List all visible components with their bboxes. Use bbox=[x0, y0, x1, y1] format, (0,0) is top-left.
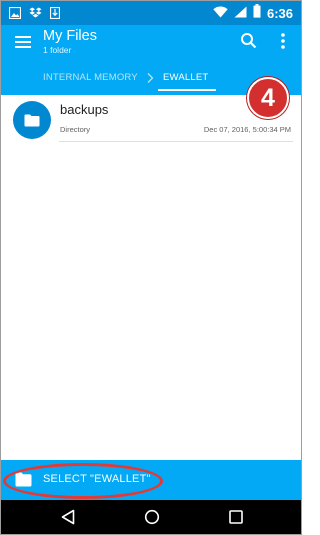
image-icon bbox=[8, 6, 22, 24]
breadcrumb-internal-memory[interactable]: INTERNAL MEMORY bbox=[43, 72, 138, 83]
breadcrumb-ewallet[interactable]: EWALLET bbox=[163, 72, 208, 83]
back-icon[interactable] bbox=[61, 509, 75, 525]
file-type: Directory bbox=[60, 125, 91, 134]
step-badge: 4 bbox=[247, 77, 289, 119]
highlight-ellipse bbox=[3, 463, 163, 499]
chevron-right-icon bbox=[145, 71, 155, 83]
status-bar: 6:36 bbox=[1, 1, 301, 25]
home-icon[interactable] bbox=[144, 509, 160, 525]
search-icon[interactable] bbox=[239, 31, 259, 51]
signal-icon bbox=[234, 5, 247, 23]
active-breadcrumb-indicator bbox=[158, 89, 216, 91]
phone-screen: 6:36 My Files 1 folder INTERNAL MEMORY E… bbox=[0, 0, 302, 535]
status-time: 6:36 bbox=[266, 6, 293, 21]
menu-icon[interactable] bbox=[12, 31, 34, 53]
folder-count: 1 folder bbox=[43, 45, 72, 55]
divider bbox=[59, 141, 293, 142]
file-name: backups bbox=[60, 102, 109, 117]
file-date: Dec 07, 2016, 5:00:34 PM bbox=[203, 125, 291, 134]
navigation-bar bbox=[1, 500, 301, 534]
folder-icon bbox=[13, 101, 51, 139]
wifi-icon bbox=[213, 5, 228, 23]
recent-apps-icon[interactable] bbox=[229, 510, 243, 524]
page-title: My Files bbox=[43, 28, 97, 44]
dropbox-icon bbox=[29, 6, 42, 24]
more-vert-icon[interactable] bbox=[277, 31, 289, 51]
battery-icon bbox=[253, 4, 261, 23]
download-icon bbox=[49, 6, 61, 24]
